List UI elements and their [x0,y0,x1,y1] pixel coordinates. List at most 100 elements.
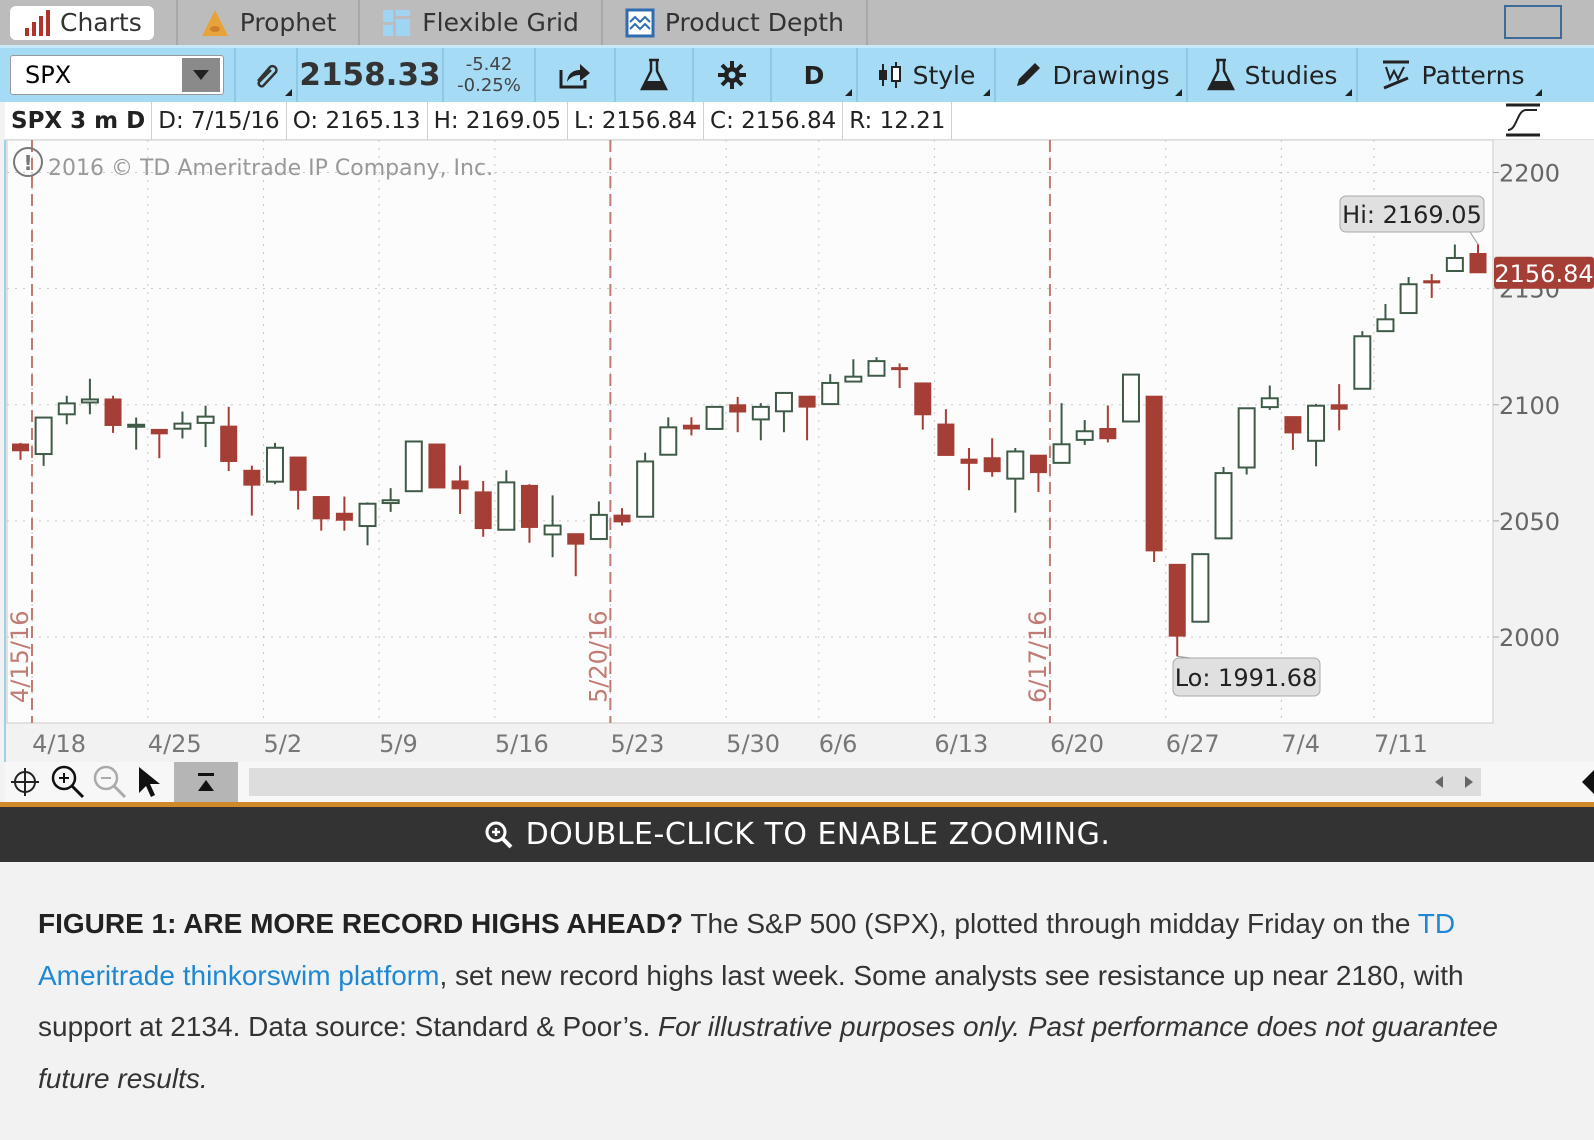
candle-body [1029,454,1047,474]
zoom-in-icon[interactable] [50,764,86,800]
candle-body [1469,253,1487,274]
aggregation-button[interactable]: D [772,48,858,102]
price-chart[interactable]: 200020502100215022004/18 4/25 5/2 5/9 5/16 5/… [0,140,1594,762]
settings-button[interactable] [694,48,772,102]
candle-body [451,480,469,490]
price-axis-label: 2050 [1499,508,1560,536]
candle-body [705,405,724,430]
tab-label: Product Depth [664,8,844,37]
drawings-label: Drawings [1052,60,1170,90]
scroll-left-icon[interactable] [1435,776,1443,788]
date-axis-label: 5/9 [379,730,418,758]
candle [1353,331,1372,390]
price-scale-icon[interactable] [1503,102,1543,138]
candle-body [404,440,423,493]
price-change: -5.42 -0.25% [444,48,536,102]
flask-icon [640,58,668,91]
change-value: -5.42 [465,54,513,75]
candle-body [1399,283,1418,315]
candle [1214,467,1233,540]
info-high: H: 2169.05 [428,101,569,140]
symbol-selector[interactable]: SPX [10,55,224,95]
patterns-button[interactable]: Patterns [1358,48,1546,102]
chart-title: SPX 3 m D [5,101,153,140]
collapse-button[interactable] [174,762,238,802]
candle-body [682,424,700,430]
info-date: D: 7/15/16 [152,101,287,140]
link-button[interactable] [234,48,298,102]
tab-flexible-grid[interactable]: Flexible Grid [360,0,603,45]
candle-body [1214,472,1233,540]
date-axis-label: 6/20 [1050,730,1104,758]
candle [1121,373,1140,423]
info-range: R: 12.21 [843,101,953,140]
candle-body [150,428,168,435]
tab-prophet[interactable]: Prophet [178,0,361,45]
patterns-label: Patterns [1421,60,1525,90]
candle-body [1052,443,1071,464]
candle-body [1260,397,1279,409]
date-axis-label: 6/13 [934,730,988,758]
last-price-label: 2156.84 [1494,260,1593,288]
candle [1145,395,1163,563]
pointer-icon[interactable] [136,765,164,799]
candle-body [520,484,538,528]
style-button[interactable]: Style [858,48,996,102]
expiration-marker-label: 6/17/16 [1024,610,1052,703]
symbol-value: SPX [25,61,72,89]
candle-body [1376,318,1395,333]
date-axis-label: 5/30 [726,730,780,758]
flask-button[interactable] [616,48,694,102]
candle-body [1168,563,1186,637]
candle-body [867,360,886,377]
patterns-icon [1382,60,1409,90]
chart-toolbar: SPX 2158.33 -5.42 -0.25% D Style Drawing… [0,45,1594,102]
tab-product-depth[interactable]: Product Depth [603,0,868,45]
candle-body [567,533,585,545]
horizontal-scrollbar[interactable] [249,768,1481,796]
style-label: Style [912,60,976,90]
candle-body [34,416,53,456]
candle-body [428,443,446,489]
candle-body [196,415,215,424]
candle-body [1445,256,1464,273]
candle-body [1145,395,1163,552]
collapse-up-icon [198,773,214,791]
candle-body [1284,416,1302,434]
candle-body [937,423,955,456]
candle-body [914,382,932,416]
window-layout-button[interactable] [1504,5,1562,39]
crosshair-icon[interactable] [10,767,40,797]
candle [404,440,423,493]
candle [265,442,284,485]
expiration-marker-label: 5/20/16 [584,610,612,703]
candle-body [1191,553,1210,623]
drawings-button[interactable]: Drawings [996,48,1188,102]
candle-body [1353,335,1372,390]
candle-body [243,469,261,486]
expand-left-icon[interactable] [1582,770,1594,794]
bar-chart-icon [25,9,50,36]
candle-body [173,422,192,430]
date-axis-label: 4/25 [148,730,202,758]
zoom-banner[interactable]: DOUBLE-CLICK TO ENABLE ZOOMING. [0,807,1594,862]
candle-body [1330,404,1348,410]
candle-body [289,456,307,491]
candlestick-icon [878,62,901,88]
candle-body [474,491,492,530]
studies-button[interactable]: Studies [1188,48,1358,102]
candle-body [613,514,631,523]
ohlc-info-bar: SPX 3 m D D: 7/15/16 O: 2165.13 H: 2169.… [5,101,1594,140]
candle-body [57,402,76,416]
date-axis-label: 5/16 [495,730,549,758]
chevron-down-icon[interactable] [182,58,220,92]
zoom-out-icon[interactable] [92,764,128,800]
banner-text: DOUBLE-CLICK TO ENABLE ZOOMING. [525,817,1111,852]
candle [428,443,446,489]
tab-charts[interactable]: Charts [0,0,178,45]
info-low: L: 2156.84 [568,101,705,140]
candle-body [1006,450,1025,480]
date-axis-label: 6/27 [1166,730,1220,758]
share-button[interactable] [536,48,616,102]
scroll-right-icon[interactable] [1465,776,1473,788]
